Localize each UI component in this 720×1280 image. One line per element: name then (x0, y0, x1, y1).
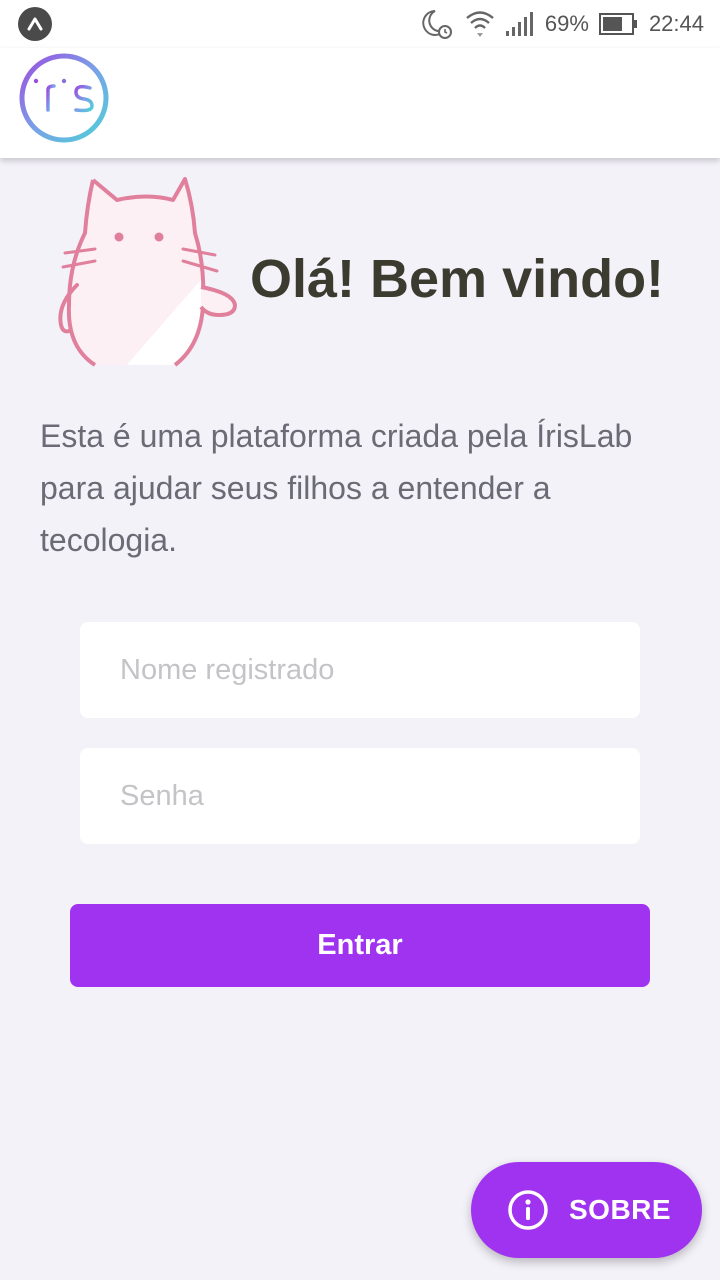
signal-icon (505, 12, 533, 36)
battery-percentage: 69% (544, 11, 589, 36)
username-input[interactable] (80, 622, 640, 718)
login-button-label: Entrar (317, 929, 403, 961)
iris-logo (19, 53, 109, 143)
cat-mascot-illustration (58, 177, 238, 367)
battery-icon (598, 13, 637, 35)
wifi-icon (466, 11, 494, 37)
app-header (0, 48, 720, 158)
info-icon (508, 1190, 548, 1230)
status-bar: 69% 22:44 (0, 0, 720, 48)
login-button[interactable]: Entrar (70, 904, 650, 987)
moon-alarm-icon (422, 10, 452, 39)
app-notification-icon (18, 7, 52, 41)
password-input[interactable] (80, 748, 640, 844)
intro-description: Esta é uma plataforma criada pela ÍrisLa… (40, 418, 633, 558)
about-fab-button[interactable]: SOBRE (471, 1162, 702, 1258)
status-time: 22:44 (648, 11, 704, 36)
about-fab-label: SOBRE (569, 1194, 672, 1225)
welcome-heading: Olá! Bem vindo! (250, 249, 665, 309)
